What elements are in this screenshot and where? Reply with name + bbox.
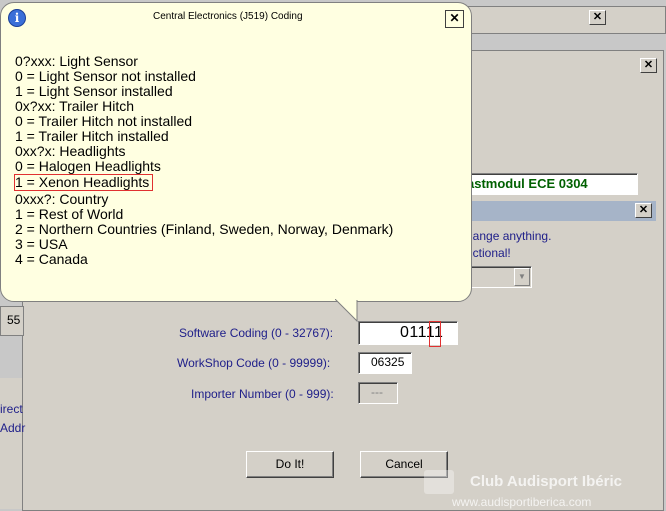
tooltip-line: 1 = Rest of World bbox=[15, 206, 124, 222]
background-window-titlebar bbox=[440, 54, 660, 74]
do-it-label: Do It! bbox=[275, 457, 305, 471]
tooltip-lines: 0?xxx: Light Sensor 0 = Light Sensor not… bbox=[13, 53, 394, 267]
inner-dialog-close-button[interactable]: ✕ bbox=[635, 203, 652, 218]
background-window-top bbox=[440, 6, 666, 34]
watermark-line2: www.audisportiberica.com bbox=[452, 495, 592, 509]
component-text: astmodul ECE 0304 bbox=[467, 176, 588, 191]
tooltip-line: 0?xxx: Light Sensor bbox=[15, 53, 138, 69]
warning-text-line1: hange anything. bbox=[466, 229, 552, 243]
dropdown-arrow-button: ▼ bbox=[514, 268, 530, 286]
software-coding-label: Software Coding (0 - 32767): bbox=[179, 326, 334, 340]
tooltip-line: 1 = Light Sensor installed bbox=[15, 83, 173, 99]
tooltip-line: 0 = Halogen Headlights bbox=[15, 158, 161, 174]
left-text-2: Addr bbox=[0, 421, 26, 435]
software-coding-digit-highlight bbox=[429, 321, 441, 347]
tooltip-line: 0xxx?: Country bbox=[15, 191, 109, 207]
info-icon: i bbox=[8, 9, 26, 27]
left-panel bbox=[0, 378, 22, 509]
importer-number-value: --- bbox=[371, 385, 383, 399]
tooltip-line: 0 = Light Sensor not installed bbox=[15, 68, 196, 84]
software-coding-input[interactable]: 01111 bbox=[358, 321, 458, 347]
tooltip-line: 3 = USA bbox=[15, 236, 68, 252]
tooltip-line: 1 = Trailer Hitch installed bbox=[15, 128, 169, 144]
tooltip-line: 0 = Trailer Hitch not installed bbox=[15, 113, 193, 129]
importer-number-label: Importer Number (0 - 999): bbox=[191, 387, 334, 401]
tooltip-line: 0xx?x: Headlights bbox=[15, 143, 126, 159]
watermark-line1: Club Audisport Ibéric bbox=[470, 473, 622, 490]
cancel-label: Cancel bbox=[385, 457, 423, 471]
tooltip-line-highlighted: 1 = Xenon Headlights bbox=[13, 174, 154, 191]
inner-dialog-titlebar bbox=[440, 201, 656, 221]
do-it-button[interactable]: Do It! bbox=[246, 451, 334, 478]
tooltip-line: 4 = Canada bbox=[15, 251, 88, 267]
warning-text-line2: nctional! bbox=[466, 246, 511, 260]
left-number-box: 55 bbox=[0, 306, 24, 336]
tooltip-close-button[interactable]: ✕ bbox=[445, 10, 464, 28]
left-text-1: irect bbox=[0, 402, 23, 416]
workshop-code-value: 06325 bbox=[371, 355, 405, 369]
tooltip-title: Central Electronics (J519) Coding bbox=[153, 11, 303, 22]
background-close-button-main[interactable]: ✕ bbox=[640, 58, 657, 73]
workshop-code-label: WorkShop Code (0 - 99999): bbox=[177, 356, 331, 370]
tooltip-pointer bbox=[335, 299, 358, 323]
importer-number-input: --- bbox=[358, 382, 398, 404]
workshop-code-input[interactable]: 06325 bbox=[358, 352, 412, 374]
tooltip-line: 0x?xx: Trailer Hitch bbox=[15, 98, 135, 114]
coding-tooltip: i Central Electronics (J519) Coding ✕ 0?… bbox=[0, 2, 472, 302]
tooltip-line: 2 = Northern Countries (Finland, Sweden,… bbox=[15, 221, 394, 237]
watermark-logo bbox=[424, 470, 454, 494]
left-number: 55 bbox=[7, 313, 21, 327]
background-close-button-top[interactable]: ✕ bbox=[589, 10, 606, 25]
